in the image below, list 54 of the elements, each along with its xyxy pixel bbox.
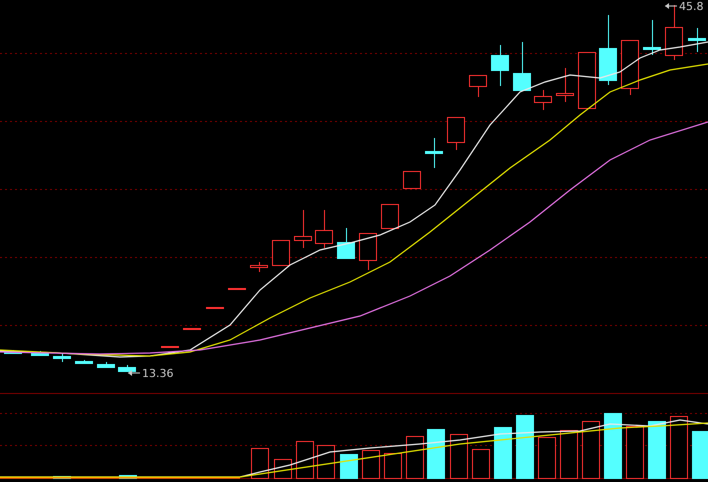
candlestick	[118, 364, 136, 372]
candlestick	[315, 210, 333, 248]
candlestick	[491, 44, 509, 86]
arrow-icon	[664, 3, 678, 9]
candlestick	[469, 74, 487, 98]
volume-bar	[626, 426, 644, 479]
candlestick	[556, 68, 574, 102]
price-label: 13.36	[142, 367, 174, 380]
volume-bar	[648, 421, 666, 479]
candlestick	[359, 232, 377, 270]
candlestick	[161, 346, 179, 348]
candlestick	[206, 306, 224, 309]
candlestick	[403, 170, 421, 189]
candlestick	[447, 116, 465, 150]
candlestick	[337, 228, 355, 259]
candlestick	[31, 350, 49, 356]
candlestick	[183, 328, 201, 330]
volume-bar	[296, 441, 314, 479]
volume-bar	[317, 445, 335, 479]
candlestick	[4, 350, 22, 354]
candlestick	[294, 210, 312, 248]
candlestick	[425, 138, 443, 168]
volume-bar	[427, 429, 445, 479]
volume-bar	[384, 453, 402, 479]
volume-bar	[582, 421, 600, 479]
candlestick	[228, 288, 246, 290]
candlestick	[513, 42, 531, 91]
volume-bar	[516, 415, 534, 479]
candlestick	[621, 40, 639, 96]
volume-bar	[251, 448, 269, 479]
volume-bar	[560, 430, 578, 479]
candlestick	[75, 360, 93, 364]
candlestick	[272, 240, 290, 266]
volume-bar	[406, 436, 424, 479]
volume-bar	[472, 449, 490, 479]
volume-bar	[670, 416, 688, 479]
candlestick	[643, 20, 661, 56]
volume-bar	[692, 431, 708, 479]
volume-bar	[340, 454, 358, 479]
volume-bar	[538, 437, 556, 479]
arrow-icon	[128, 370, 140, 376]
candlestick	[599, 14, 617, 86]
candlestick	[97, 362, 115, 368]
volume-bar	[494, 427, 512, 479]
candlestick	[578, 52, 596, 109]
candlestick	[381, 204, 399, 229]
candlestick	[534, 90, 552, 110]
volume-bar	[362, 450, 380, 479]
volume-bar	[450, 434, 468, 479]
price-label: 45.8	[679, 0, 704, 13]
candlestick	[53, 352, 71, 362]
volume-bar	[604, 413, 622, 479]
candlestick	[688, 28, 706, 52]
candlestick	[250, 262, 268, 272]
